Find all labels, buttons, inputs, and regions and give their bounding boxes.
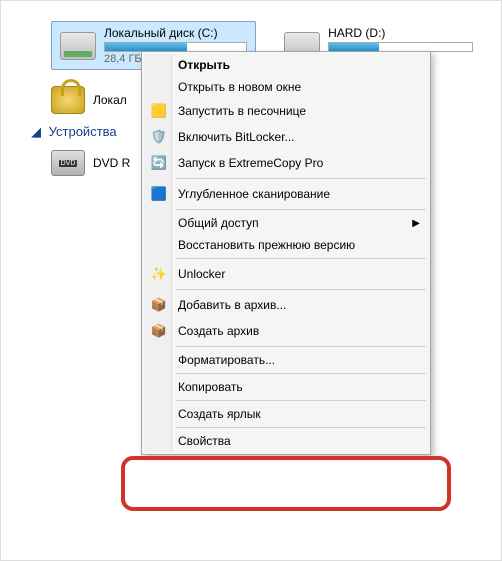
menu-deepscan[interactable]: 🟦 Углубленное сканирование bbox=[144, 181, 428, 207]
menu-extremecopy[interactable]: 🔄 Запуск в ExtremeCopy Pro bbox=[144, 150, 428, 176]
extremecopy-icon: 🔄 bbox=[150, 154, 168, 172]
menu-separator bbox=[176, 209, 426, 210]
menu-bitlocker[interactable]: 🛡️ Включить BitLocker... bbox=[144, 124, 428, 150]
menu-separator bbox=[176, 400, 426, 401]
drive-c-label: Локальный диск (C:) bbox=[104, 26, 247, 40]
context-menu: Открыть Открыть в новом окне 🟨 Запустить… bbox=[141, 51, 431, 455]
menu-separator bbox=[176, 346, 426, 347]
unlocker-icon: ✨ bbox=[150, 265, 168, 283]
menu-create-shortcut[interactable]: Создать ярлык bbox=[144, 403, 428, 425]
deepscan-icon: 🟦 bbox=[150, 185, 168, 203]
dvd-icon: DVD bbox=[51, 150, 85, 176]
submenu-arrow-icon: ▶ bbox=[412, 218, 420, 229]
dvd-label: DVD R bbox=[93, 156, 130, 170]
menu-separator bbox=[176, 373, 426, 374]
sandbox-icon: 🟨 bbox=[150, 102, 168, 120]
annotation-highlight bbox=[121, 456, 451, 511]
drive-d-label: HARD (D:) bbox=[328, 26, 473, 40]
tree-devices-label: Устройства bbox=[49, 124, 117, 139]
collapse-icon: ◢ bbox=[31, 124, 41, 140]
locked-drive-label: Локал bbox=[93, 93, 127, 107]
menu-separator bbox=[176, 258, 426, 259]
winrar-icon: 📦 bbox=[150, 322, 168, 340]
menu-create-archive[interactable]: 📦 Создать архив bbox=[144, 318, 428, 344]
lock-icon bbox=[51, 86, 85, 114]
hdd-icon bbox=[60, 32, 96, 60]
menu-share[interactable]: Общий доступ ▶ bbox=[144, 212, 428, 234]
winrar-icon: 📦 bbox=[150, 296, 168, 314]
menu-separator bbox=[176, 427, 426, 428]
bitlocker-icon: 🛡️ bbox=[150, 128, 168, 146]
menu-sandbox[interactable]: 🟨 Запустить в песочнице bbox=[144, 98, 428, 124]
menu-separator bbox=[176, 178, 426, 179]
menu-copy[interactable]: Копировать bbox=[144, 376, 428, 398]
menu-separator bbox=[176, 289, 426, 290]
menu-open-new-window[interactable]: Открыть в новом окне bbox=[144, 76, 428, 98]
menu-restore-version[interactable]: Восстановить прежнюю версию bbox=[144, 234, 428, 256]
menu-add-archive[interactable]: 📦 Добавить в архив... bbox=[144, 292, 428, 318]
menu-properties[interactable]: Свойства bbox=[144, 430, 428, 452]
menu-open[interactable]: Открыть bbox=[144, 54, 428, 76]
menu-format[interactable]: Форматировать... bbox=[144, 349, 428, 371]
menu-unlocker[interactable]: ✨ Unlocker bbox=[144, 261, 428, 287]
